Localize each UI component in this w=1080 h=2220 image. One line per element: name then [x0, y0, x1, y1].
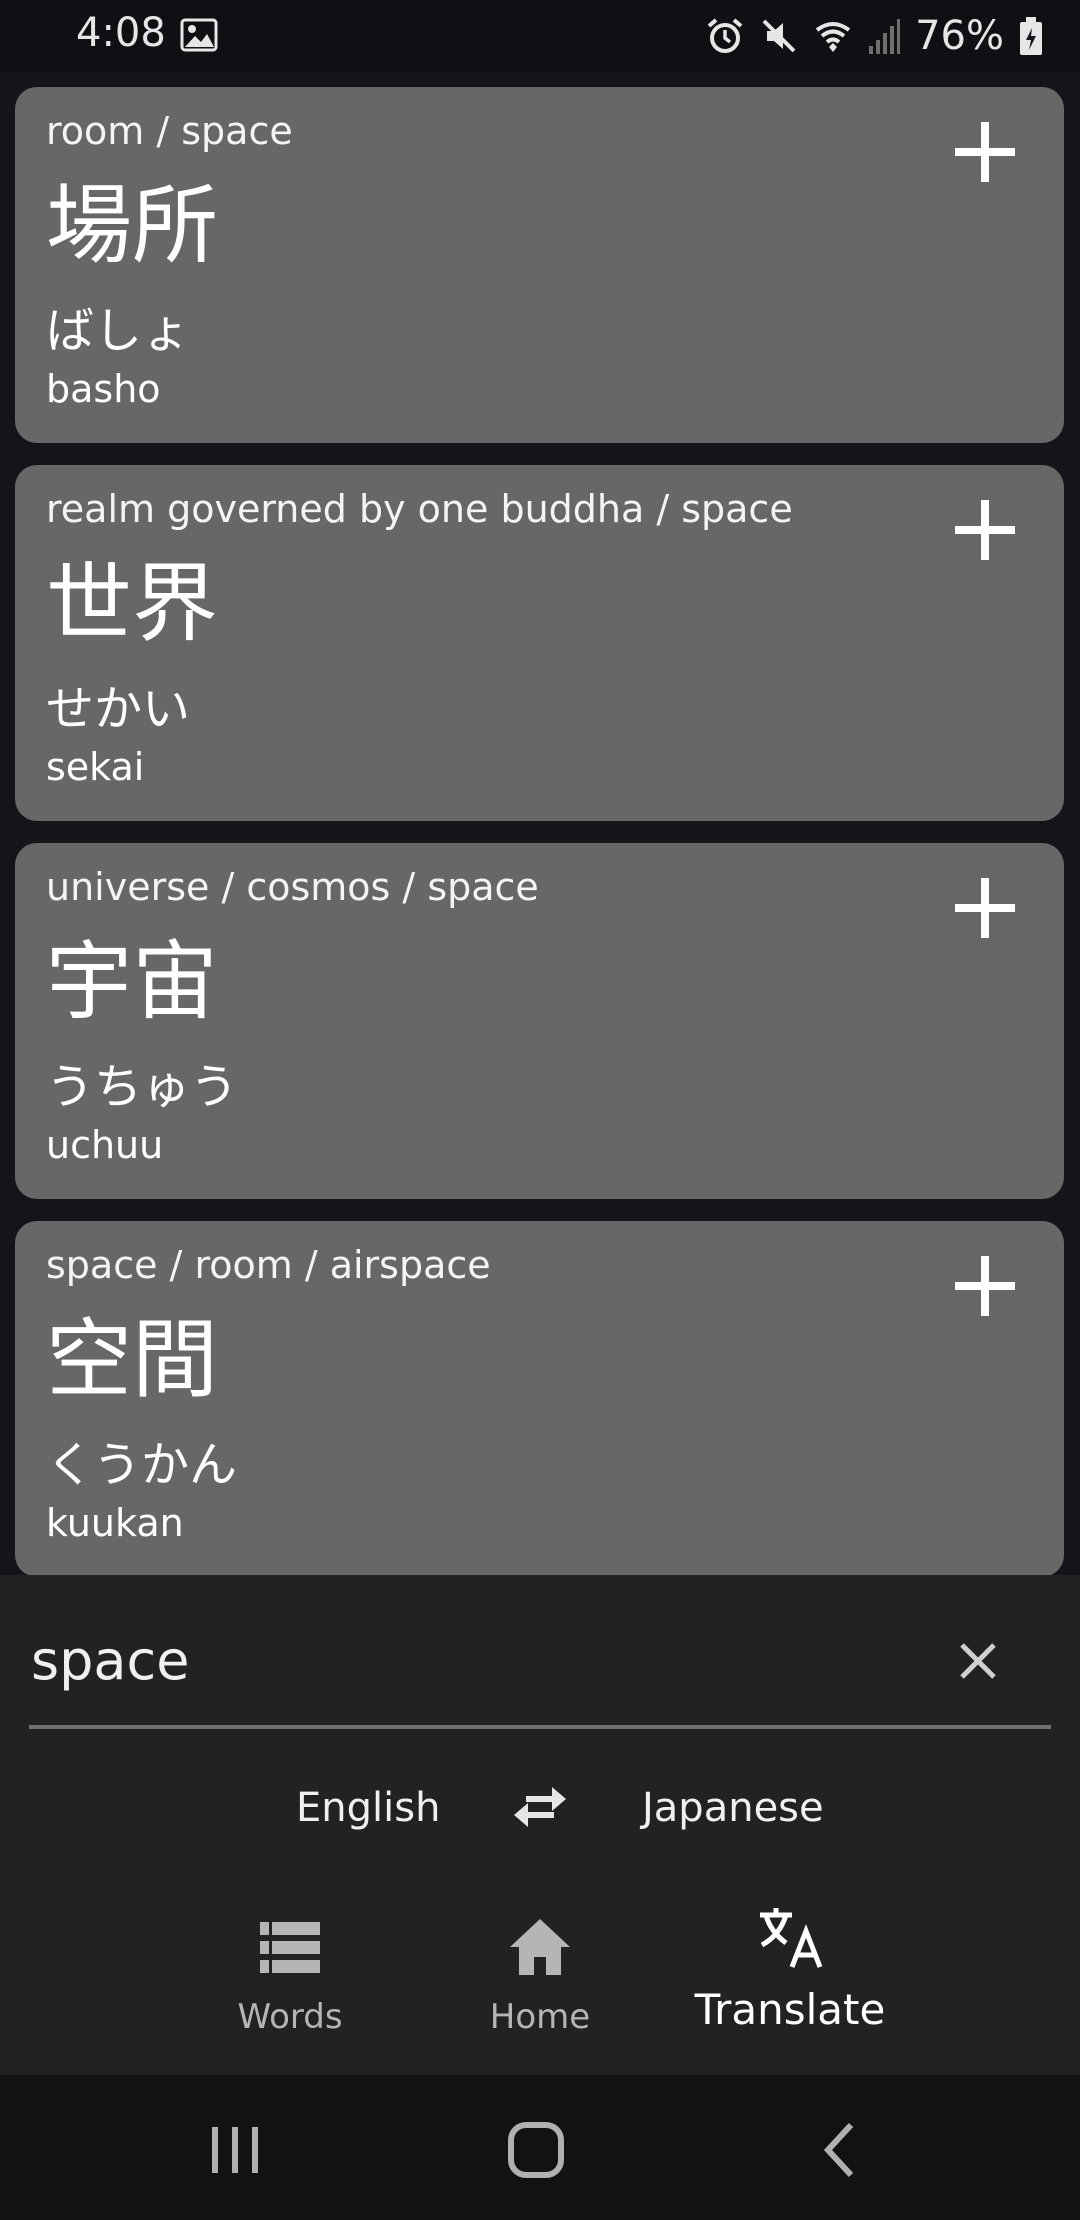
wifi-icon	[813, 16, 853, 56]
signal-icon	[867, 16, 901, 56]
result-card[interactable]: room / space 場所 ばしょ basho	[15, 87, 1064, 443]
search-underline	[29, 1725, 1051, 1729]
card-romaji: kuukan	[46, 1501, 184, 1545]
system-navigation-bar	[0, 2075, 1080, 2220]
add-icon[interactable]	[953, 120, 1017, 184]
card-kana: くうかん	[46, 1437, 238, 1493]
card-kanji: 世界	[46, 554, 218, 654]
source-language[interactable]: English	[296, 1785, 440, 1831]
card-meaning: room / space	[46, 109, 293, 153]
home-button-icon[interactable]	[502, 2115, 572, 2185]
card-kana: せかい	[46, 681, 191, 737]
card-romaji: sekai	[46, 745, 145, 789]
status-bar: 4:08 76%	[0, 0, 1080, 72]
result-card[interactable]: space / room / airspace 空間 くうかん kuukan	[15, 1221, 1064, 1575]
card-meaning: realm governed by one buddha / space	[46, 487, 793, 531]
card-kana: ばしょ	[46, 303, 191, 359]
home-icon	[508, 1917, 572, 1981]
result-card[interactable]: realm governed by one buddha / space 世界 …	[15, 465, 1064, 821]
card-kanji: 宇宙	[46, 932, 218, 1032]
results-list[interactable]: room / space 場所 ばしょ basho realm governed…	[0, 72, 1080, 1575]
add-icon[interactable]	[953, 876, 1017, 940]
close-icon[interactable]	[954, 1637, 1002, 1685]
image-notification-icon	[180, 18, 218, 52]
add-icon[interactable]	[953, 498, 1017, 562]
recent-apps-icon[interactable]	[200, 2115, 270, 2185]
alarm-icon	[705, 16, 745, 56]
target-language[interactable]: Japanese	[642, 1785, 824, 1831]
add-icon[interactable]	[953, 1254, 1017, 1318]
language-selector: English Japanese	[0, 1775, 1080, 1845]
back-icon[interactable]	[806, 2115, 876, 2185]
card-romaji: uchuu	[46, 1123, 164, 1167]
card-meaning: space / room / airspace	[46, 1243, 491, 1287]
card-romaji: basho	[46, 367, 161, 411]
card-meaning: universe / cosmos / space	[46, 865, 539, 909]
battery-percent: 76%	[915, 13, 1004, 59]
status-icons: 76%	[705, 12, 1044, 60]
mute-icon	[759, 16, 799, 56]
translate-icon	[756, 1905, 824, 1973]
nav-words[interactable]: Words	[180, 1905, 400, 2055]
card-kana: うちゅう	[46, 1059, 239, 1115]
list-icon	[258, 1920, 322, 1980]
nav-words-label: Words	[237, 1997, 343, 2037]
swap-icon[interactable]	[512, 1783, 568, 1831]
bottom-panel: space English Japanese Words Home Transl…	[0, 1575, 1080, 2075]
nav-home[interactable]: Home	[430, 1905, 650, 2055]
battery-icon	[1018, 16, 1044, 56]
result-card[interactable]: universe / cosmos / space 宇宙 うちゅう uchuu	[15, 843, 1064, 1199]
nav-translate-label: Translate	[694, 1985, 886, 2034]
nav-translate[interactable]: Translate	[680, 1905, 900, 2055]
card-kanji: 場所	[46, 176, 218, 276]
search-input[interactable]: space	[31, 1629, 189, 1692]
nav-home-label: Home	[489, 1997, 591, 2037]
status-time: 4:08	[76, 10, 166, 56]
card-kanji: 空間	[46, 1310, 218, 1410]
